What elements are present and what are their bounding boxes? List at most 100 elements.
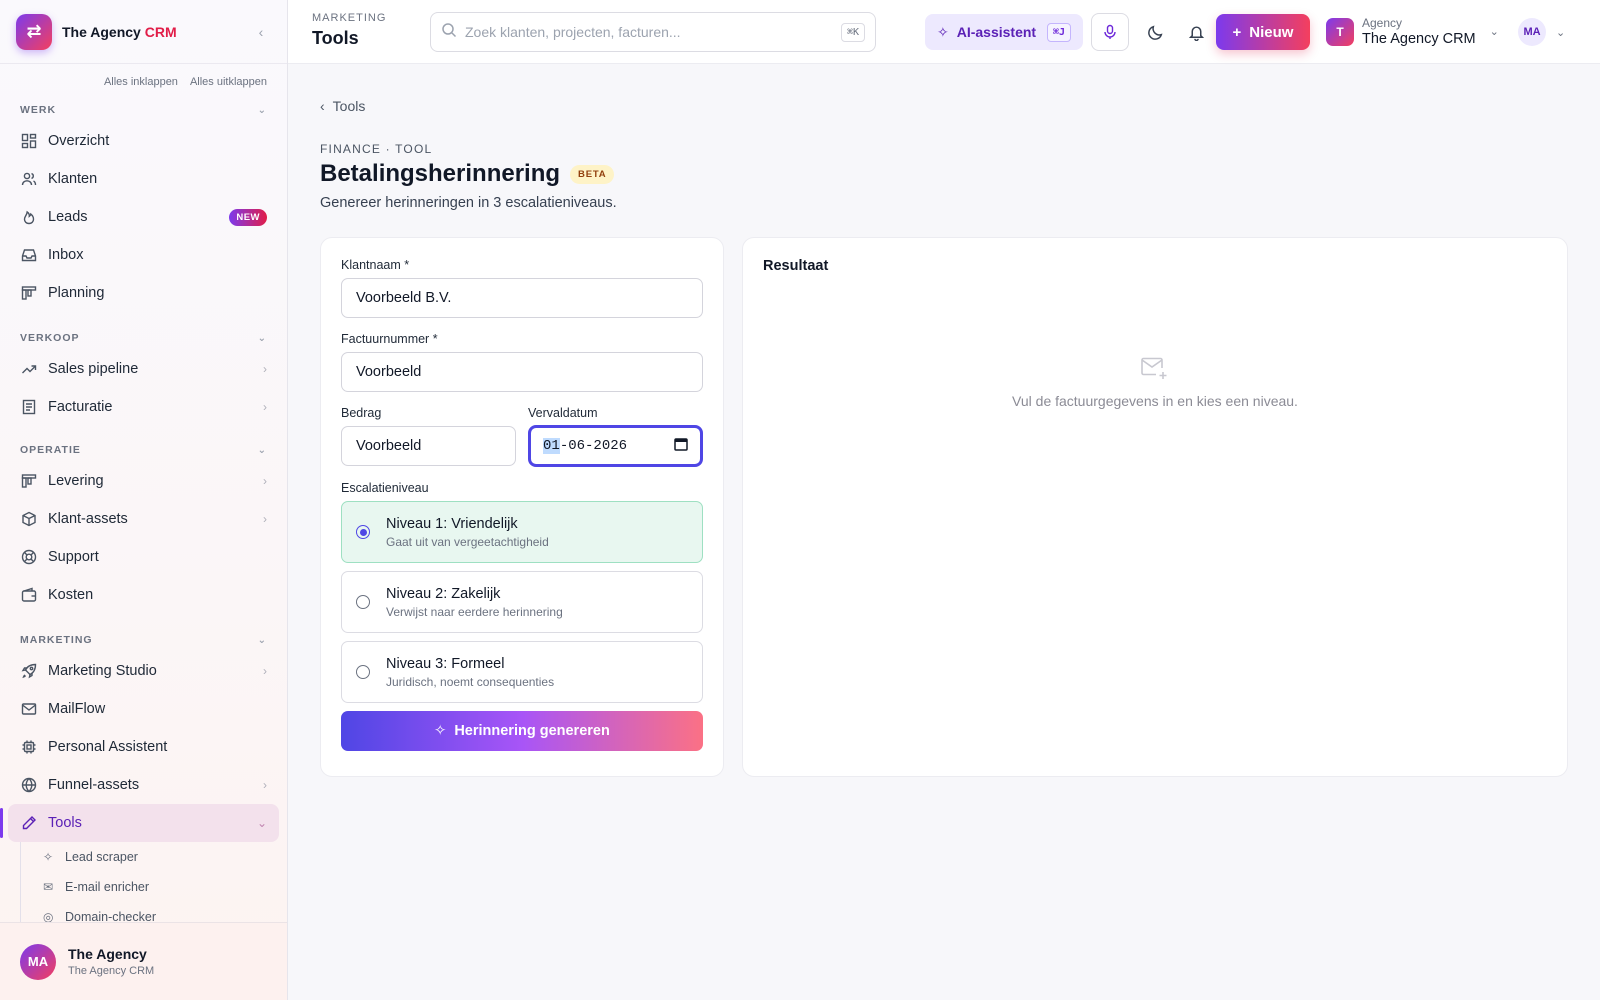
- ai-assistant-button[interactable]: ✧ AI-assistent ⌘J: [925, 14, 1083, 50]
- flame-icon: [20, 208, 38, 226]
- sidebar-footer[interactable]: MA The Agency The Agency CRM: [0, 922, 287, 1000]
- sidebar-item-label: Levering: [48, 473, 104, 489]
- chevron-down-icon: ⌄: [1489, 26, 1499, 38]
- level-option-2[interactable]: Niveau 2: Zakelijk Verwijst naar eerdere…: [341, 571, 703, 633]
- sidebar-item-kosten[interactable]: Kosten: [8, 576, 279, 614]
- result-title: Resultaat: [763, 258, 829, 274]
- sidebar-item-label: Personal Assistent: [48, 739, 168, 755]
- app-brand: The Agency CRM: [62, 24, 177, 40]
- notifications-button[interactable]: [1181, 17, 1211, 47]
- due-date-input[interactable]: 01 -06-2026: [528, 425, 703, 467]
- level-description: Verwijst naar eerdere herinnering: [386, 604, 563, 619]
- brand-name: The Agency: [62, 23, 145, 40]
- section-werk[interactable]: WERK ⌄: [0, 98, 287, 122]
- sidebar-item-inbox[interactable]: Inbox: [8, 236, 279, 274]
- tool-title: Betalingsherinnering: [320, 160, 561, 187]
- sidebar-item-personal-assistent[interactable]: Personal Assistent: [8, 728, 279, 766]
- rocket-icon: [20, 662, 38, 680]
- radio-unselected[interactable]: [356, 595, 370, 609]
- breadcrumb: MARKETING Tools: [312, 12, 386, 49]
- section-label: MARKETING: [20, 634, 93, 646]
- collapse-sidebar-icon[interactable]: ‹: [251, 24, 271, 40]
- sidebar-subitem-email-enricher[interactable]: ✉ E-mail enricher: [21, 872, 287, 902]
- sidebar-item-leads[interactable]: Leads NEW: [8, 198, 279, 236]
- app-logo-icon[interactable]: ⇄: [16, 13, 52, 50]
- chevron-right-icon: ›: [263, 664, 267, 678]
- amount-input[interactable]: Voorbeeld: [341, 426, 516, 466]
- cpu-icon: [20, 738, 38, 756]
- level-option-1[interactable]: Niveau 1: Vriendelijk Gaat uit van verge…: [341, 501, 703, 563]
- sidebar-item-label: Inbox: [48, 247, 84, 263]
- avatar: MA: [20, 943, 56, 980]
- avatar: MA: [1518, 18, 1546, 46]
- chevron-right-icon: ›: [263, 512, 267, 526]
- new-button[interactable]: + Nieuw: [1216, 14, 1310, 50]
- generate-label: Herinnering genereren: [454, 723, 610, 739]
- tool-category: FINANCE · TOOL: [320, 142, 433, 156]
- sidebar-item-planning[interactable]: Planning: [8, 274, 279, 312]
- chevron-down-icon: ⌄: [1556, 26, 1566, 39]
- sidebar-item-sales-pipeline[interactable]: Sales pipeline ›: [8, 350, 279, 388]
- sidebar-item-mailflow[interactable]: MailFlow: [8, 690, 279, 728]
- chevron-down-icon: ⌄: [257, 104, 267, 116]
- section-label: WERK: [20, 104, 57, 116]
- sidebar-item-klant-assets[interactable]: Klant-assets ›: [8, 500, 279, 538]
- section-operatie[interactable]: OPERATIE ⌄: [0, 438, 287, 462]
- back-link[interactable]: ‹ Tools: [320, 98, 365, 114]
- org-name: The Agency CRM: [1362, 31, 1476, 47]
- organization-switcher[interactable]: T Agency The Agency CRM ⌄: [1326, 16, 1499, 47]
- sidebar-item-marketing-studio[interactable]: Marketing Studio ›: [8, 652, 279, 690]
- page-title: Tools: [312, 28, 359, 48]
- sidebar-item-facturatie[interactable]: Facturatie ›: [8, 388, 279, 426]
- level-title: Niveau 2: Zakelijk: [386, 585, 501, 602]
- sidebar-item-label: Support: [48, 549, 99, 565]
- sidebar-item-label: Marketing Studio: [48, 663, 157, 679]
- invoice-number-input[interactable]: Voorbeeld: [341, 352, 703, 392]
- amount-label: Bedrag: [341, 406, 382, 420]
- sidebar-item-tools[interactable]: Tools ⌄: [0, 804, 279, 842]
- microphone-button[interactable]: [1091, 13, 1129, 51]
- section-label: OPERATIE: [20, 444, 81, 456]
- due-date-label: Vervaldatum: [528, 406, 598, 420]
- sidebar-item-label: Kosten: [48, 587, 94, 603]
- section-marketing[interactable]: MARKETING ⌄: [0, 628, 287, 652]
- moon-icon: [1147, 25, 1162, 40]
- sidebar-item-funnel-assets[interactable]: Funnel-assets ›: [8, 766, 279, 804]
- sidebar: ⇄ The Agency CRM ‹ Alles inklappen Alles…: [0, 0, 288, 1000]
- mail-plus-icon: [1141, 357, 1167, 379]
- radio-selected[interactable]: [356, 525, 370, 539]
- sidebar-item-levering[interactable]: Levering ›: [8, 462, 279, 500]
- search-input[interactable]: Zoek klanten, projecten, facturen... ⌘K: [430, 12, 876, 52]
- client-name-input[interactable]: Voorbeeld B.V.: [341, 278, 703, 318]
- level-option-3[interactable]: Niveau 3: Formeel Juridisch, noemt conse…: [341, 641, 703, 703]
- sidebar-subitem-lead-scraper[interactable]: ✧ Lead scraper: [21, 842, 287, 872]
- user-menu[interactable]: MA ⌄: [1518, 18, 1565, 46]
- theme-toggle-button[interactable]: [1140, 17, 1170, 47]
- radio-unselected[interactable]: [356, 665, 370, 679]
- sparkle-icon: ✧: [434, 723, 447, 739]
- due-date-rest: -06-2026: [559, 438, 628, 454]
- expand-all-link[interactable]: Alles uitklappen: [190, 76, 267, 92]
- ai-shortcut: ⌘J: [1046, 22, 1071, 42]
- footer-name: The Agency: [68, 946, 147, 962]
- sidebar-item-klanten[interactable]: Klanten: [8, 160, 279, 198]
- dashboard-icon: [20, 132, 38, 150]
- section-verkoop[interactable]: VERKOOP ⌄: [0, 326, 287, 350]
- collapse-all-link[interactable]: Alles inklappen: [104, 76, 178, 92]
- chevron-right-icon: ›: [263, 778, 267, 792]
- sidebar-item-label: Klant-assets: [48, 511, 128, 527]
- users-icon: [20, 170, 38, 188]
- lifebuoy-icon: [20, 548, 38, 566]
- chevron-down-icon: ⌄: [256, 816, 267, 830]
- sidebar-item-overzicht[interactable]: Overzicht: [8, 122, 279, 160]
- org-logo: T: [1326, 17, 1354, 46]
- title-row: Betalingsherinnering BETA: [320, 160, 615, 188]
- new-badge: NEW: [229, 208, 267, 226]
- kanban-icon: [20, 284, 38, 302]
- generate-reminder-button[interactable]: ✧ Herinnering genereren: [341, 711, 703, 751]
- org-small: Agency: [1362, 16, 1403, 30]
- sidebar-item-label: Planning: [48, 285, 105, 301]
- calendar-icon[interactable]: [674, 437, 688, 456]
- empty-state: Vul de factuurgegevens in en kies een ni…: [743, 356, 1567, 409]
- sidebar-item-support[interactable]: Support: [8, 538, 279, 576]
